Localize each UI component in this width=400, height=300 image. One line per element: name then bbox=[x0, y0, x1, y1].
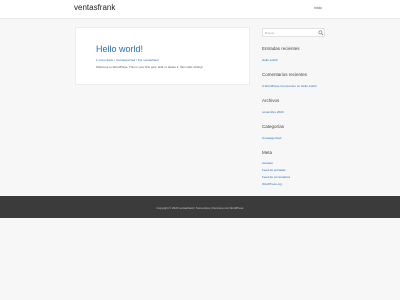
site-footer: Copyright © 2020 ventasfrank | Tema Astr… bbox=[0, 196, 400, 218]
post-meta[interactable]: 1 comentario / Uncategorized / Por venta… bbox=[96, 58, 159, 62]
post-title[interactable]: Hello world! bbox=[96, 44, 143, 54]
site-header: ventasfrank Inicio bbox=[0, 0, 400, 19]
site-title[interactable]: ventasfrank bbox=[74, 3, 115, 12]
nav-item-inicio[interactable]: Inicio bbox=[314, 6, 322, 10]
search-input[interactable] bbox=[265, 31, 313, 35]
widget-title-meta: Meta bbox=[262, 150, 273, 155]
footer-copyright: Copyright © 2020 ventasfrank | Tema Astr… bbox=[156, 206, 244, 210]
comment-connector: en bbox=[296, 84, 301, 88]
search-form bbox=[262, 28, 325, 37]
comment-author-link[interactable]: A WordPress Commenter bbox=[262, 84, 296, 88]
comment-post-link[interactable]: Hello world! bbox=[301, 84, 317, 88]
meta-link-entries-feed[interactable]: Feed de entradas bbox=[262, 168, 286, 172]
meta-link-comments-feed[interactable]: Feed de comentarios bbox=[262, 175, 290, 179]
meta-link-wordpress-org[interactable]: WordPress.org bbox=[262, 182, 282, 186]
post-excerpt: Welcome to WordPress. This is your first… bbox=[96, 65, 203, 69]
widget-title-archives: Archivos bbox=[262, 98, 280, 103]
archive-link[interactable]: noviembre 2020 bbox=[262, 110, 284, 114]
recent-comment: A WordPress Commenter en Hello world! bbox=[262, 84, 317, 88]
search-icon[interactable] bbox=[318, 30, 324, 36]
widget-title-recent-comments: Comentarios recientes bbox=[262, 72, 308, 77]
meta-link-login[interactable]: Acceder bbox=[262, 161, 273, 165]
recent-post-link[interactable]: Hello world! bbox=[262, 58, 278, 62]
category-link[interactable]: Uncategorized bbox=[262, 136, 281, 140]
widget-title-recent-posts: Entradas recientes bbox=[262, 46, 300, 51]
widget-title-categories: Categorías bbox=[262, 124, 285, 129]
post-card: Hello world! 1 comentario / Uncategorize… bbox=[75, 27, 250, 85]
